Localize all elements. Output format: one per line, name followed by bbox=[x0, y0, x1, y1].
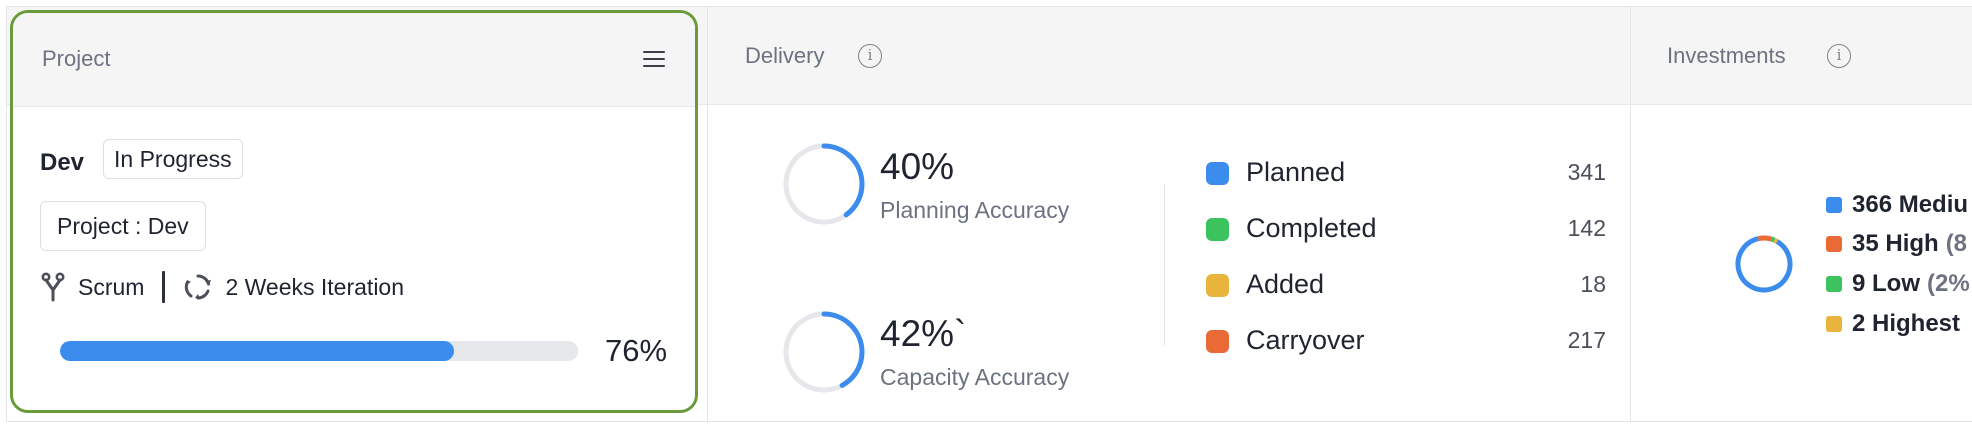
legend-label: Completed bbox=[1246, 213, 1377, 243]
legend-item-added[interactable]: Added 18 bbox=[1206, 267, 1606, 303]
donut-segment bbox=[1735, 235, 1793, 293]
legend-item-carryover[interactable]: Carryover 217 bbox=[1206, 323, 1606, 359]
project-meta-row: Scrum 2 Weeks Iteration bbox=[40, 269, 404, 305]
methodology-label: Scrum bbox=[78, 273, 145, 300]
legend-label: Planned bbox=[1246, 157, 1346, 187]
divider bbox=[162, 271, 166, 303]
legend-swatch bbox=[1826, 276, 1842, 292]
legend-item-completed[interactable]: Completed 142 bbox=[1206, 211, 1606, 247]
capacity-accuracy-ring bbox=[783, 311, 865, 393]
investment-item-medium[interactable]: 366 Mediu bbox=[1826, 190, 1972, 220]
legend-swatch bbox=[1206, 274, 1229, 297]
donut-segment bbox=[1735, 235, 1793, 293]
legend-swatch bbox=[1826, 316, 1842, 332]
hamburger-menu-icon[interactable] bbox=[643, 51, 665, 69]
column-divider bbox=[1630, 7, 1631, 421]
legend-label: Added bbox=[1246, 269, 1325, 299]
investment-label: 2 Highest bbox=[1852, 310, 1961, 337]
column-divider bbox=[707, 7, 708, 421]
legend-swatch bbox=[1206, 162, 1229, 185]
info-icon[interactable]: i bbox=[858, 44, 882, 68]
investment-percent: (2% bbox=[1927, 270, 1970, 297]
legend-swatch bbox=[1206, 218, 1229, 241]
investment-label: 9 Low bbox=[1852, 270, 1921, 297]
delivery-title: Delivery bbox=[745, 43, 825, 68]
project-card-header: Project bbox=[13, 13, 695, 107]
legend-count: 341 bbox=[1567, 159, 1606, 185]
investment-item-low[interactable]: 9 Low (2% bbox=[1826, 269, 1970, 299]
legend-item-planned[interactable]: Planned 341 bbox=[1206, 155, 1606, 191]
legend-label: Carryover bbox=[1246, 325, 1365, 355]
delivery-divider bbox=[1164, 184, 1165, 346]
investments-title: Investments bbox=[1667, 43, 1786, 68]
legend-swatch bbox=[1826, 197, 1842, 213]
planning-accuracy-value: 40% bbox=[880, 146, 955, 187]
investment-item-highest[interactable]: 2 Highest bbox=[1826, 309, 1967, 339]
project-tag[interactable]: Project : Dev bbox=[40, 201, 206, 251]
info-icon[interactable]: i bbox=[1827, 44, 1851, 68]
investment-label: 366 Mediu bbox=[1852, 191, 1969, 218]
progress-bar bbox=[60, 341, 578, 361]
planning-accuracy-label: Planning Accuracy bbox=[880, 197, 1070, 223]
donut-segment bbox=[1735, 235, 1793, 293]
project-title: Project bbox=[42, 46, 111, 71]
investment-label: 35 High bbox=[1852, 230, 1939, 257]
legend-count: 18 bbox=[1580, 271, 1606, 297]
progress-bar-fill bbox=[60, 341, 454, 361]
investments-donut-chart bbox=[1735, 235, 1793, 293]
iteration-label: 2 Weeks Iteration bbox=[225, 273, 405, 300]
progress-value: 76% bbox=[605, 333, 668, 368]
legend-count: 217 bbox=[1567, 327, 1606, 353]
branch-icon bbox=[40, 272, 66, 302]
planning-accuracy-ring bbox=[783, 143, 865, 225]
status-badge: In Progress bbox=[103, 139, 243, 179]
legend-count: 142 bbox=[1567, 215, 1606, 241]
donut-segment bbox=[1735, 235, 1793, 293]
legend-swatch bbox=[1826, 236, 1842, 252]
investment-percent: (8 bbox=[1945, 230, 1968, 257]
capacity-accuracy-label: Capacity Accuracy bbox=[880, 364, 1070, 390]
iteration-cycle-icon bbox=[183, 272, 213, 302]
project-name: Dev bbox=[40, 149, 85, 176]
legend-swatch bbox=[1206, 330, 1229, 353]
capacity-accuracy-value: 42%` bbox=[880, 313, 967, 354]
investment-item-high[interactable]: 35 High (8 bbox=[1826, 229, 1967, 259]
project-card[interactable]: Project Dev In Progress Project : Dev Sc… bbox=[10, 10, 698, 413]
